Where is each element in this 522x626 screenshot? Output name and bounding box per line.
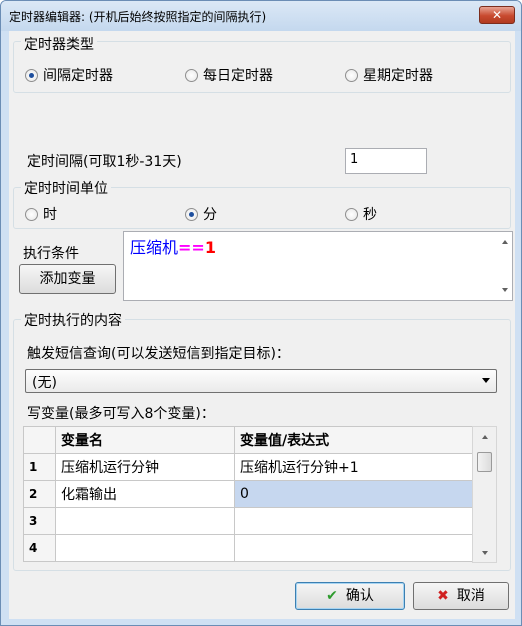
cancel-label: 取消 — [456, 588, 485, 604]
radio-label: 每日定时器 — [203, 68, 273, 84]
table-scrollbar[interactable] — [472, 426, 497, 563]
variable-value-cell[interactable]: 压缩机运行分钟+1 — [234, 453, 473, 481]
sms-selected-value: (无) — [32, 375, 57, 391]
variable-value-cell[interactable] — [234, 534, 473, 562]
interval-label: 定时间隔(可取1秒-31天) — [27, 154, 182, 170]
dialog-body: 定时器类型 间隔定时器 每日定时器 星期定时器 定时间隔(可取1秒-31天) 1… — [9, 31, 515, 619]
sms-target-select[interactable]: (无) — [25, 369, 497, 393]
radio-label: 分 — [203, 207, 217, 223]
variable-name-cell[interactable] — [55, 507, 235, 535]
add-variable-button[interactable]: 添加变量 — [19, 264, 116, 294]
radio-label: 时 — [43, 207, 57, 223]
table-row[interactable]: 3 — [23, 507, 473, 535]
interval-input[interactable]: 1 — [345, 148, 427, 174]
condition-operator: == — [178, 238, 205, 257]
variable-name-cell[interactable] — [55, 534, 235, 562]
radio-label: 秒 — [363, 207, 377, 223]
condition-value: 1 — [204, 238, 216, 257]
header-variable-value: 变量值/表达式 — [234, 426, 473, 454]
checkmark-icon: ✔ — [326, 588, 338, 604]
window-title: 定时器编辑器: (开机后始终按照指定的间隔执行) — [9, 10, 267, 24]
condition-editor[interactable]: 压缩机==1 — [123, 231, 513, 301]
radio-unselected-icon — [345, 68, 358, 82]
timer-type-title: 定时器类型 — [21, 34, 97, 54]
header-corner — [23, 426, 56, 454]
condition-variable: 压缩机 — [130, 238, 179, 257]
radio-unselected-icon — [185, 68, 198, 82]
scroll-down-icon[interactable] — [502, 288, 508, 292]
title-bar[interactable]: 定时器编辑器: (开机后始终按照指定的间隔执行) ✕ — [1, 1, 521, 31]
scroll-up-icon[interactable] — [502, 240, 508, 244]
table-header-row: 变量名 变量值/表达式 — [23, 426, 473, 454]
row-number: 2 — [23, 480, 56, 508]
variables-table[interactable]: 变量名 变量值/表达式 1 压缩机运行分钟 压缩机运行分钟+1 2 化霜输出 0… — [23, 426, 473, 562]
condition-label: 执行条件 — [23, 246, 79, 262]
radio-weekly-timer[interactable]: 星期定时器 — [345, 65, 433, 85]
row-number: 3 — [23, 507, 56, 535]
radio-daily-timer[interactable]: 每日定时器 — [185, 65, 273, 85]
radio-unit-minute[interactable]: 分 — [185, 204, 217, 224]
radio-label: 星期定时器 — [363, 68, 433, 84]
radio-label: 间隔定时器 — [43, 68, 113, 84]
variable-value-cell[interactable] — [234, 507, 473, 535]
radio-interval-timer[interactable]: 间隔定时器 — [25, 65, 113, 85]
table-row[interactable]: 2 化霜输出 0 — [23, 480, 473, 508]
cross-icon: ✖ — [437, 588, 449, 604]
table-row[interactable]: 1 压缩机运行分钟 压缩机运行分钟+1 — [23, 453, 473, 481]
scroll-down-icon[interactable] — [482, 551, 488, 555]
sms-label: 触发短信查询(可以发送短信到指定目标)： — [27, 346, 290, 362]
header-variable-name: 变量名 — [55, 426, 235, 454]
unit-group-title: 定时时间单位 — [21, 178, 111, 198]
dropdown-arrow-icon — [482, 378, 490, 383]
content-group-title: 定时执行的内容 — [21, 310, 125, 330]
confirm-button[interactable]: ✔ 确认 — [295, 582, 405, 610]
table-row[interactable]: 4 — [23, 534, 473, 562]
write-variables-label: 写变量(最多可写入8个变量)： — [27, 406, 215, 422]
row-number: 4 — [23, 534, 56, 562]
radio-unselected-icon — [25, 207, 38, 221]
variable-name-cell[interactable]: 压缩机运行分钟 — [55, 453, 235, 481]
radio-selected-icon — [185, 207, 198, 221]
radio-unit-second[interactable]: 秒 — [345, 204, 377, 224]
timer-editor-window: 定时器编辑器: (开机后始终按照指定的间隔执行) ✕ 定时器类型 间隔定时器 每… — [0, 0, 522, 626]
variable-name-cell[interactable]: 化霜输出 — [55, 480, 235, 508]
scroll-up-icon[interactable] — [482, 435, 488, 439]
radio-selected-icon — [25, 68, 38, 82]
cancel-button[interactable]: ✖ 取消 — [413, 582, 509, 610]
row-number: 1 — [23, 453, 56, 481]
radio-unselected-icon — [345, 207, 358, 221]
radio-unit-hour[interactable]: 时 — [25, 204, 57, 224]
close-button[interactable]: ✕ — [479, 6, 515, 24]
variable-value-cell[interactable]: 0 — [234, 480, 473, 508]
confirm-label: 确认 — [345, 588, 374, 604]
scrollbar-thumb[interactable] — [477, 452, 492, 472]
